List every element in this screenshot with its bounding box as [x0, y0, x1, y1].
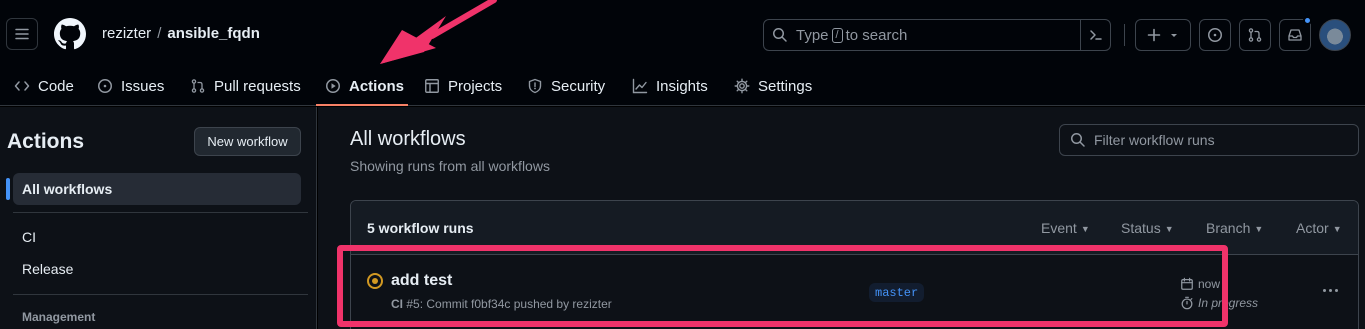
pull-request-icon — [1248, 28, 1262, 42]
highlight-box-annotation — [337, 245, 1228, 327]
tab-label: Projects — [448, 77, 503, 95]
code-icon — [14, 81, 30, 91]
command-palette-button[interactable] — [1080, 20, 1110, 50]
tab-pull-requests[interactable]: Pull requests — [190, 66, 301, 106]
avatar[interactable] — [1319, 19, 1351, 51]
sidebar-item-label[interactable]: All workflows — [22, 181, 112, 197]
search-shortcut-key: / — [831, 27, 843, 43]
caret-down-icon: ▼ — [1254, 224, 1264, 234]
tab-label: Settings — [758, 77, 813, 95]
dropdown-label: Event — [1041, 220, 1077, 236]
active-tab-indicator — [316, 104, 408, 106]
tab-label: Pull requests — [214, 77, 301, 95]
issue-icon — [98, 79, 112, 93]
pull-request-icon — [191, 79, 205, 93]
tab-actions[interactable]: Actions — [325, 66, 404, 106]
tab-label: Issues — [121, 77, 165, 95]
dropdown-label: Status — [1121, 220, 1161, 236]
dropdown-label: Branch — [1206, 220, 1251, 236]
runs-count: 5 workflow runs — [367, 220, 474, 236]
tab-label: Code — [38, 77, 74, 95]
caret-down-icon: ▼ — [1332, 224, 1342, 234]
search-icon — [1071, 133, 1085, 147]
dropdown-label: Actor — [1296, 220, 1329, 236]
tab-code[interactable]: Code — [14, 66, 74, 106]
kebab-dot — [1322, 288, 1326, 292]
tab-settings[interactable]: Settings — [734, 66, 812, 106]
search-suffix: to search — [845, 26, 908, 44]
search-icon — [773, 28, 787, 42]
sidebar-section-heading: Management — [22, 310, 96, 324]
search-prefix: Type — [796, 26, 829, 44]
breadcrumb: rezizter / ansible_fqdn — [102, 25, 260, 42]
sidebar-item-release[interactable]: Release — [22, 261, 73, 277]
owner-link[interactable]: rezizter — [102, 25, 151, 42]
notification-indicator — [1303, 16, 1312, 25]
kebab-dot — [1334, 288, 1338, 292]
issue-icon — [1208, 28, 1222, 42]
issues-button[interactable] — [1199, 19, 1231, 51]
sidebar-divider — [13, 212, 308, 213]
tab-issues[interactable]: Issues — [97, 66, 164, 106]
caret-down-icon: ▼ — [1080, 224, 1090, 234]
page-title: All workflows — [350, 128, 466, 150]
shield-icon — [528, 78, 542, 94]
pull-requests-button[interactable] — [1239, 19, 1271, 51]
gear-icon — [734, 78, 750, 94]
header-divider — [1124, 24, 1125, 46]
kebab-dot — [1328, 288, 1332, 292]
tab-projects[interactable]: Projects — [424, 66, 502, 106]
tab-label: Security — [551, 77, 606, 95]
filter-placeholder: Filter workflow runs — [1094, 132, 1215, 148]
run-options-button[interactable] — [1318, 282, 1342, 298]
status-filter-dropdown[interactable]: Status ▼ — [1121, 220, 1174, 236]
github-logo-icon[interactable] — [54, 18, 86, 50]
active-item-indicator — [6, 178, 10, 200]
chevron-down-icon — [1171, 34, 1177, 37]
tab-security[interactable]: Security — [527, 66, 605, 106]
filter-runs-input[interactable]: Filter workflow runs — [1059, 124, 1359, 156]
sidebar-title: Actions — [7, 130, 85, 153]
graph-icon — [632, 78, 648, 94]
hamburger-icon — [15, 28, 29, 40]
sidebar-divider — [13, 294, 308, 295]
menu-button[interactable] — [6, 18, 38, 50]
new-workflow-button[interactable]: New workflow — [194, 127, 301, 156]
tab-label: Actions — [349, 77, 405, 95]
breadcrumb-separator: / — [157, 25, 162, 42]
tab-insights[interactable]: Insights — [632, 66, 708, 106]
play-icon — [326, 79, 340, 93]
actor-filter-dropdown[interactable]: Actor ▼ — [1296, 220, 1342, 236]
inbox-icon — [1288, 29, 1302, 41]
repo-link[interactable]: ansible_fqdn — [167, 25, 260, 42]
terminal-icon — [1089, 30, 1102, 40]
create-new-button[interactable] — [1135, 19, 1191, 51]
tab-label: Insights — [656, 77, 708, 95]
branch-filter-dropdown[interactable]: Branch ▼ — [1206, 220, 1263, 236]
sidebar-item-ci[interactable]: CI — [22, 229, 36, 245]
table-icon — [425, 79, 439, 93]
plus-icon — [1147, 28, 1161, 42]
page-subtitle: Showing runs from all workflows — [350, 158, 550, 174]
global-search-input[interactable]: Type / to search — [763, 19, 1111, 51]
event-filter-dropdown[interactable]: Event ▼ — [1041, 220, 1090, 236]
caret-down-icon: ▼ — [1164, 224, 1174, 234]
